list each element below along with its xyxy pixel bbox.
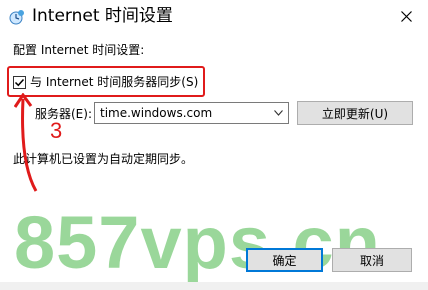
sync-checkbox[interactable] [13,75,26,89]
section-label: 配置 Internet 时间设置: [13,43,145,57]
cancel-button[interactable]: 取消 [332,248,412,272]
close-icon [400,11,412,22]
check-icon [14,78,25,86]
title-bar: Internet 时间设置 [0,0,428,33]
window-title: Internet 时间设置 [32,6,173,26]
watermark-text: 857vps.cn [14,201,381,284]
chevron-down-icon[interactable] [274,110,283,116]
sync-checkbox-label[interactable]: 与 Internet 时间服务器同步(S) [30,74,198,90]
server-combobox[interactable]: time.windows.com [94,102,289,124]
annotation-number: 3 [50,118,63,143]
update-now-button[interactable]: 立即更新(U) [297,101,413,125]
bottom-strip [0,282,428,290]
internet-time-icon [9,9,25,25]
server-value[interactable]: time.windows.com [100,105,212,121]
annotation-arrow [14,93,38,192]
ok-button[interactable]: 确定 [246,248,323,272]
sync-checkbox-row[interactable]: 与 Internet 时间服务器同步(S) [13,74,198,90]
close-button[interactable] [384,0,428,33]
